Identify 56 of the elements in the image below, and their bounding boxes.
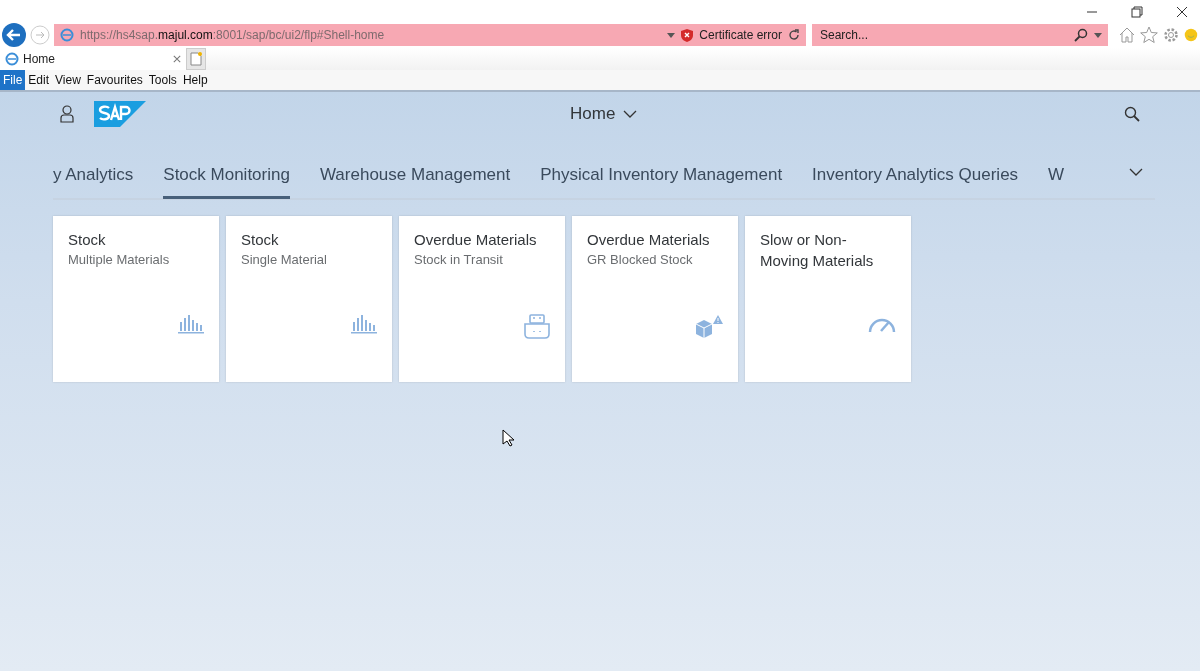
menu-item[interactable]: View bbox=[52, 70, 84, 90]
search-input[interactable]: Search... bbox=[818, 27, 1068, 43]
logo-icon[interactable] bbox=[94, 101, 146, 127]
search-field[interactable]: Search... bbox=[812, 24, 1108, 46]
group-tab[interactable]: Stock Monitoring bbox=[163, 156, 290, 199]
menu-item[interactable]: Edit bbox=[25, 70, 53, 90]
close-icon[interactable] bbox=[1176, 6, 1188, 18]
app-tile[interactable]: Stock Single Material bbox=[226, 216, 392, 382]
tile-subtitle: Multiple Materials bbox=[68, 251, 171, 269]
app-tile[interactable]: Overdue Materials GR Blocked Stock bbox=[572, 216, 738, 382]
group-tab[interactable]: y Analytics bbox=[53, 156, 134, 196]
browser-icon bbox=[5, 52, 19, 66]
address-bar[interactable]: https://hs4sap.majul.com:8001/sap/bc/ui2/flp#Shell-home Certificate error bbox=[54, 24, 806, 46]
caret-icon[interactable] bbox=[1094, 32, 1102, 38]
new-page-icon bbox=[190, 52, 202, 66]
bar-chart-icon bbox=[350, 314, 378, 334]
chevron-down-icon bbox=[623, 110, 638, 118]
tile-title: Stock bbox=[68, 230, 107, 250]
app-tile[interactable]: Slow or Non-Moving Materials bbox=[745, 216, 911, 382]
tile-title: Overdue Materials bbox=[414, 230, 538, 250]
star-icon[interactable] bbox=[1140, 26, 1158, 44]
search-icon[interactable] bbox=[1124, 106, 1140, 122]
tile-subtitle: Stock in Transit bbox=[414, 251, 504, 269]
settings-icon[interactable] bbox=[1162, 26, 1180, 44]
cursor-icon bbox=[502, 429, 514, 447]
home-title-dropdown[interactable]: Home bbox=[570, 104, 638, 124]
box-warning-icon bbox=[694, 314, 724, 340]
ship-icon bbox=[523, 314, 551, 340]
back-icon[interactable] bbox=[2, 23, 26, 47]
certificate-error-text[interactable]: Certificate error bbox=[699, 28, 782, 42]
app-tile[interactable]: Stock Multiple Materials bbox=[53, 216, 219, 382]
chevron-down-icon[interactable] bbox=[1129, 168, 1143, 176]
browser-icon bbox=[60, 28, 74, 42]
bar-chart-icon bbox=[177, 314, 205, 334]
tile-title: Slow or Non-Moving Materials bbox=[760, 230, 875, 271]
group-tab[interactable]: Warehouse Management bbox=[319, 156, 511, 196]
search-icon[interactable] bbox=[1074, 28, 1088, 42]
menu-item[interactable]: Tools bbox=[145, 70, 180, 90]
menu-item[interactable]: File bbox=[0, 70, 26, 90]
url-text: https://hs4sap.majul.com:8001/sap/bc/ui2/flp#Shell-home bbox=[80, 28, 386, 42]
menu-item[interactable]: Favourites bbox=[83, 70, 146, 90]
user-icon[interactable] bbox=[60, 105, 74, 123]
tile-title: Stock bbox=[241, 230, 280, 250]
refresh-icon[interactable] bbox=[788, 29, 800, 41]
tile-title: Overdue Materials bbox=[587, 230, 711, 250]
home-icon[interactable] bbox=[1118, 26, 1136, 44]
restore-icon[interactable] bbox=[1131, 6, 1143, 18]
tile-subtitle: GR Blocked Stock bbox=[587, 251, 694, 269]
group-tab[interactable]: Inventory Analytics Queries bbox=[812, 156, 1019, 196]
group-tab[interactable]: Physical Inventory Management bbox=[540, 156, 783, 196]
menu-item[interactable]: Help bbox=[179, 70, 211, 90]
app-tile[interactable]: Overdue Materials Stock in Transit bbox=[399, 216, 565, 382]
group-tab[interactable]: W bbox=[1048, 156, 1065, 196]
caret-icon[interactable] bbox=[667, 32, 676, 38]
shield-error-icon bbox=[681, 28, 694, 42]
tile-subtitle: Single Material bbox=[241, 251, 328, 269]
